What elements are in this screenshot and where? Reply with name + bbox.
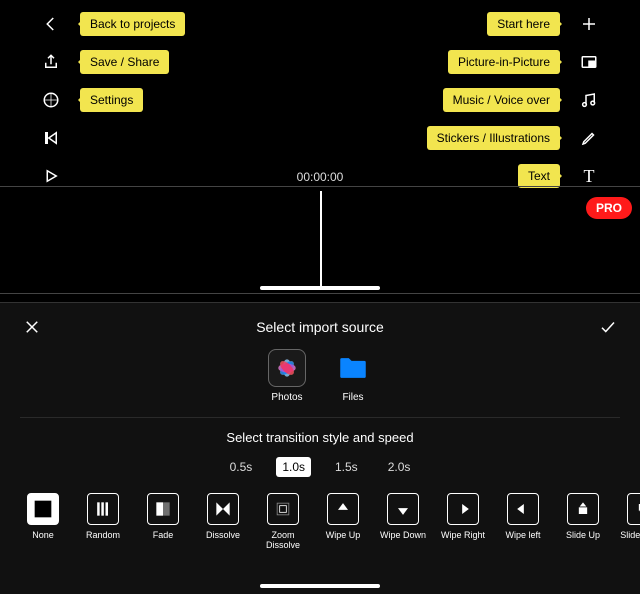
pip-icon[interactable]: [578, 53, 600, 71]
pencil-icon[interactable]: [578, 129, 600, 147]
home-indicator: [260, 286, 380, 290]
add-icon[interactable]: [578, 15, 600, 33]
transition-option[interactable]: Zoom Dissolve: [260, 493, 306, 551]
share-icon[interactable]: [40, 53, 62, 71]
transition-icon: [627, 493, 640, 525]
transition-option[interactable]: Slide Down: [620, 493, 640, 551]
hint-settings: Settings: [80, 88, 143, 112]
import-sources: Photos Files: [0, 349, 640, 403]
confirm-icon[interactable]: [598, 317, 618, 337]
timeline[interactable]: PRO: [0, 186, 640, 294]
transition-icon: [27, 493, 59, 525]
transition-label: Wipe Right: [441, 531, 485, 541]
playhead: [320, 191, 322, 289]
music-icon[interactable]: [578, 91, 600, 109]
speed-option[interactable]: 2.0s: [382, 457, 417, 477]
transition-label: Wipe left: [505, 531, 540, 541]
transition-icon: [147, 493, 179, 525]
transition-row[interactable]: None Random Fade Dissolve Zoom Dissolve Wipe …: [0, 493, 640, 551]
sheet-title: Select import source: [256, 319, 384, 335]
transition-option[interactable]: Wipe Right: [440, 493, 486, 551]
transition-label: Zoom Dissolve: [260, 531, 306, 551]
transition-icon: [387, 493, 419, 525]
photos-icon: [268, 349, 306, 387]
rewind-icon[interactable]: [40, 129, 62, 147]
transition-label: Slide Up: [566, 531, 600, 541]
source-photos[interactable]: Photos: [268, 349, 306, 403]
transition-label: Dissolve: [206, 531, 240, 541]
transition-label: Fade: [153, 531, 174, 541]
editor-top: Back to projects Save / Share Settings S…: [0, 0, 640, 186]
transition-option[interactable]: None: [20, 493, 66, 551]
transition-icon: [267, 493, 299, 525]
close-icon[interactable]: [22, 317, 42, 337]
text-icon[interactable]: T: [578, 166, 600, 187]
transition-option[interactable]: Wipe left: [500, 493, 546, 551]
hint-back: Back to projects: [80, 12, 185, 36]
pro-badge[interactable]: PRO: [586, 197, 632, 219]
play-icon[interactable]: [40, 167, 62, 185]
hint-pip: Picture-in-Picture: [448, 50, 560, 74]
transition-label: Wipe Down: [380, 531, 426, 541]
left-toolbar: Back to projects Save / Share Settings: [40, 10, 185, 190]
hint-text: Text: [518, 164, 560, 188]
transition-label: Wipe Up: [326, 531, 361, 541]
transition-option[interactable]: Wipe Up: [320, 493, 366, 551]
transition-option[interactable]: Dissolve: [200, 493, 246, 551]
import-sheet: Select import source Photos: [0, 302, 640, 594]
hint-share: Save / Share: [80, 50, 169, 74]
transition-title: Select transition style and speed: [0, 430, 640, 445]
speed-option[interactable]: 0.5s: [224, 457, 259, 477]
transition-option[interactable]: Random: [80, 493, 126, 551]
folder-icon: [334, 349, 372, 387]
source-photos-label: Photos: [271, 392, 302, 403]
transition-label: Random: [86, 531, 120, 541]
transition-label: Slide Down: [620, 531, 640, 541]
transition-icon: [447, 493, 479, 525]
transition-icon: [507, 493, 539, 525]
transition-option[interactable]: Fade: [140, 493, 186, 551]
speed-options: 0.5s 1.0s 1.5s 2.0s: [0, 457, 640, 477]
settings-icon[interactable]: [40, 91, 62, 109]
timecode: 00:00:00: [297, 170, 344, 184]
home-indicator: [260, 584, 380, 588]
hint-audio: Music / Voice over: [443, 88, 560, 112]
right-toolbar: Start here Picture-in-Picture Music / Vo…: [427, 10, 600, 190]
speed-option[interactable]: 1.0s: [276, 457, 311, 477]
transition-icon: [87, 493, 119, 525]
back-icon[interactable]: [40, 15, 62, 33]
transition-icon: [207, 493, 239, 525]
hint-start: Start here: [487, 12, 560, 36]
hint-stickers: Stickers / Illustrations: [427, 126, 560, 150]
speed-option[interactable]: 1.5s: [329, 457, 364, 477]
transition-icon: [567, 493, 599, 525]
transition-icon: [327, 493, 359, 525]
source-files[interactable]: Files: [334, 349, 372, 403]
transition-label: None: [32, 531, 54, 541]
transition-option[interactable]: Wipe Down: [380, 493, 426, 551]
source-files-label: Files: [342, 392, 363, 403]
transition-option[interactable]: Slide Up: [560, 493, 606, 551]
divider: [20, 417, 620, 418]
